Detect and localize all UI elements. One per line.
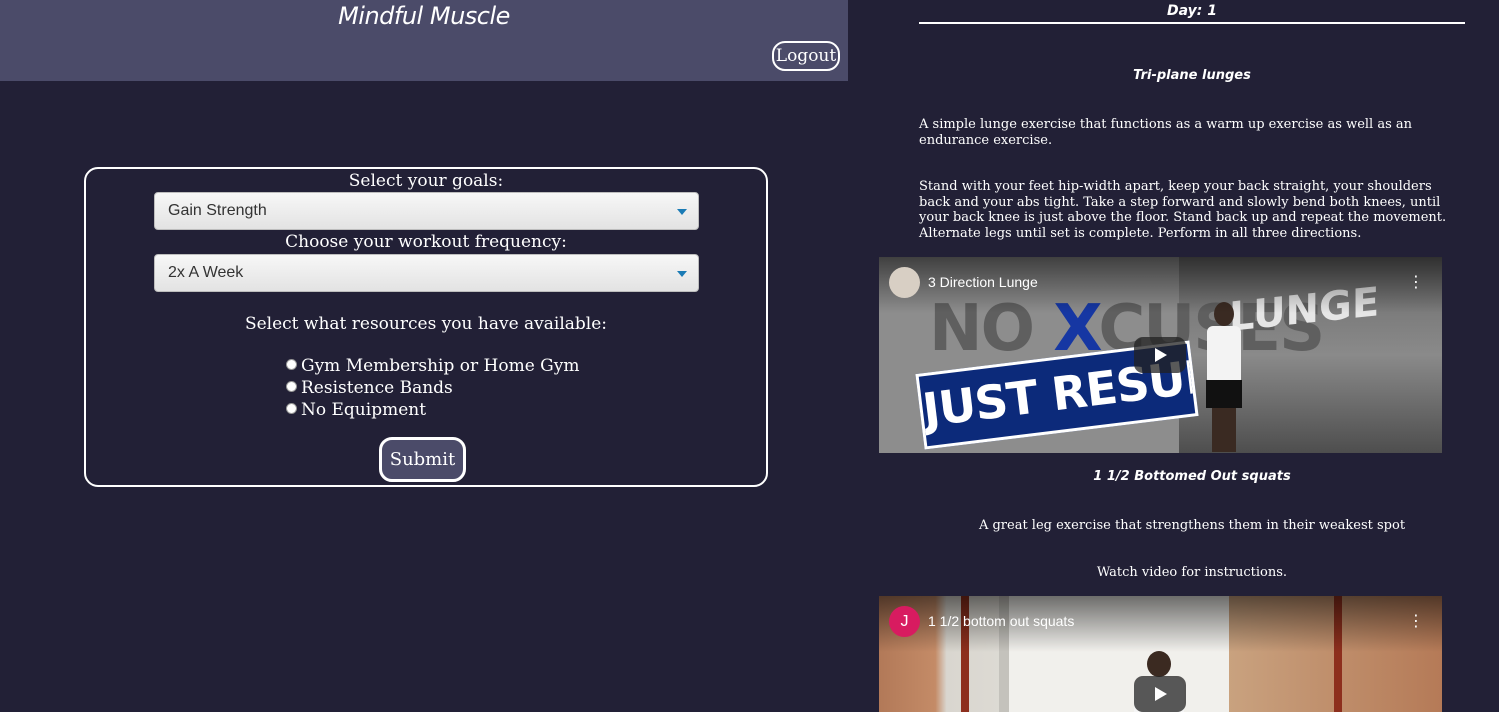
channel-avatar[interactable]: J xyxy=(889,606,920,637)
resource-radio-gym[interactable] xyxy=(286,359,297,370)
frequency-select-value: 2x A Week xyxy=(168,264,244,281)
more-vert-icon[interactable]: ⋮ xyxy=(1408,273,1424,293)
chevron-down-icon xyxy=(677,271,687,277)
logout-button[interactable]: Logout xyxy=(772,41,840,71)
resource-radio-none[interactable] xyxy=(286,403,297,414)
more-vert-icon[interactable]: ⋮ xyxy=(1408,612,1424,632)
frequency-label: Choose your workout frequency: xyxy=(285,232,567,252)
resource-option-label: Resistence Bands xyxy=(301,378,453,398)
resource-option-label: No Equipment xyxy=(301,400,427,420)
app-title: Mindful Muscle xyxy=(338,2,510,30)
resource-option-gym[interactable]: Gym Membership or Home Gym xyxy=(286,355,579,377)
exercise-video[interactable]: NO XCUSES JUST RESULTS LUNGE 3 Direction… xyxy=(879,257,1442,453)
exercise-video[interactable]: J 1 1/2 bottom out squats ⋮ xyxy=(879,596,1442,712)
resource-option-label: Gym Membership or Home Gym xyxy=(301,356,580,376)
video-title[interactable]: 3 Direction Lunge xyxy=(928,273,1038,291)
exercise-title: Tri-plane lunges xyxy=(1133,68,1251,83)
video-title[interactable]: 1 1/2 bottom out squats xyxy=(928,612,1074,630)
day-heading: Day: 1 xyxy=(919,1,1465,24)
resource-radio-bands[interactable] xyxy=(286,381,297,392)
exercise-title: 1 1/2 Bottomed Out squats xyxy=(1093,469,1291,484)
channel-avatar[interactable] xyxy=(889,267,920,298)
exercise-description: A simple lunge exercise that functions a… xyxy=(919,117,1413,148)
frequency-select[interactable]: 2x A Week xyxy=(154,254,699,292)
resource-option-none[interactable]: No Equipment xyxy=(286,399,426,421)
chevron-down-icon xyxy=(677,209,687,215)
preferences-form: Select your goals: Gain Strength Choose … xyxy=(84,167,768,487)
resource-option-bands[interactable]: Resistence Bands xyxy=(286,377,453,399)
exercise-instructions: Stand with your feet hip-width apart, ke… xyxy=(919,179,1447,241)
play-icon[interactable] xyxy=(1134,337,1186,373)
app-header: Mindful Muscle Logout xyxy=(0,0,848,81)
submit-button[interactable]: Submit xyxy=(379,437,466,482)
goals-select-value: Gain Strength xyxy=(168,202,267,219)
exercise-instructions: Watch video for instructions. xyxy=(1096,565,1288,580)
goals-label: Select your goals: xyxy=(348,171,504,191)
resources-label: Select what resources you have available… xyxy=(244,314,608,334)
video-person xyxy=(1204,302,1244,452)
exercise-description: A great leg exercise that strengthens th… xyxy=(978,518,1406,533)
play-icon[interactable] xyxy=(1134,676,1186,712)
workout-panel: Day: 1 Tri-plane lunges A simple lunge e… xyxy=(848,0,1499,712)
goals-select[interactable]: Gain Strength xyxy=(154,192,699,230)
